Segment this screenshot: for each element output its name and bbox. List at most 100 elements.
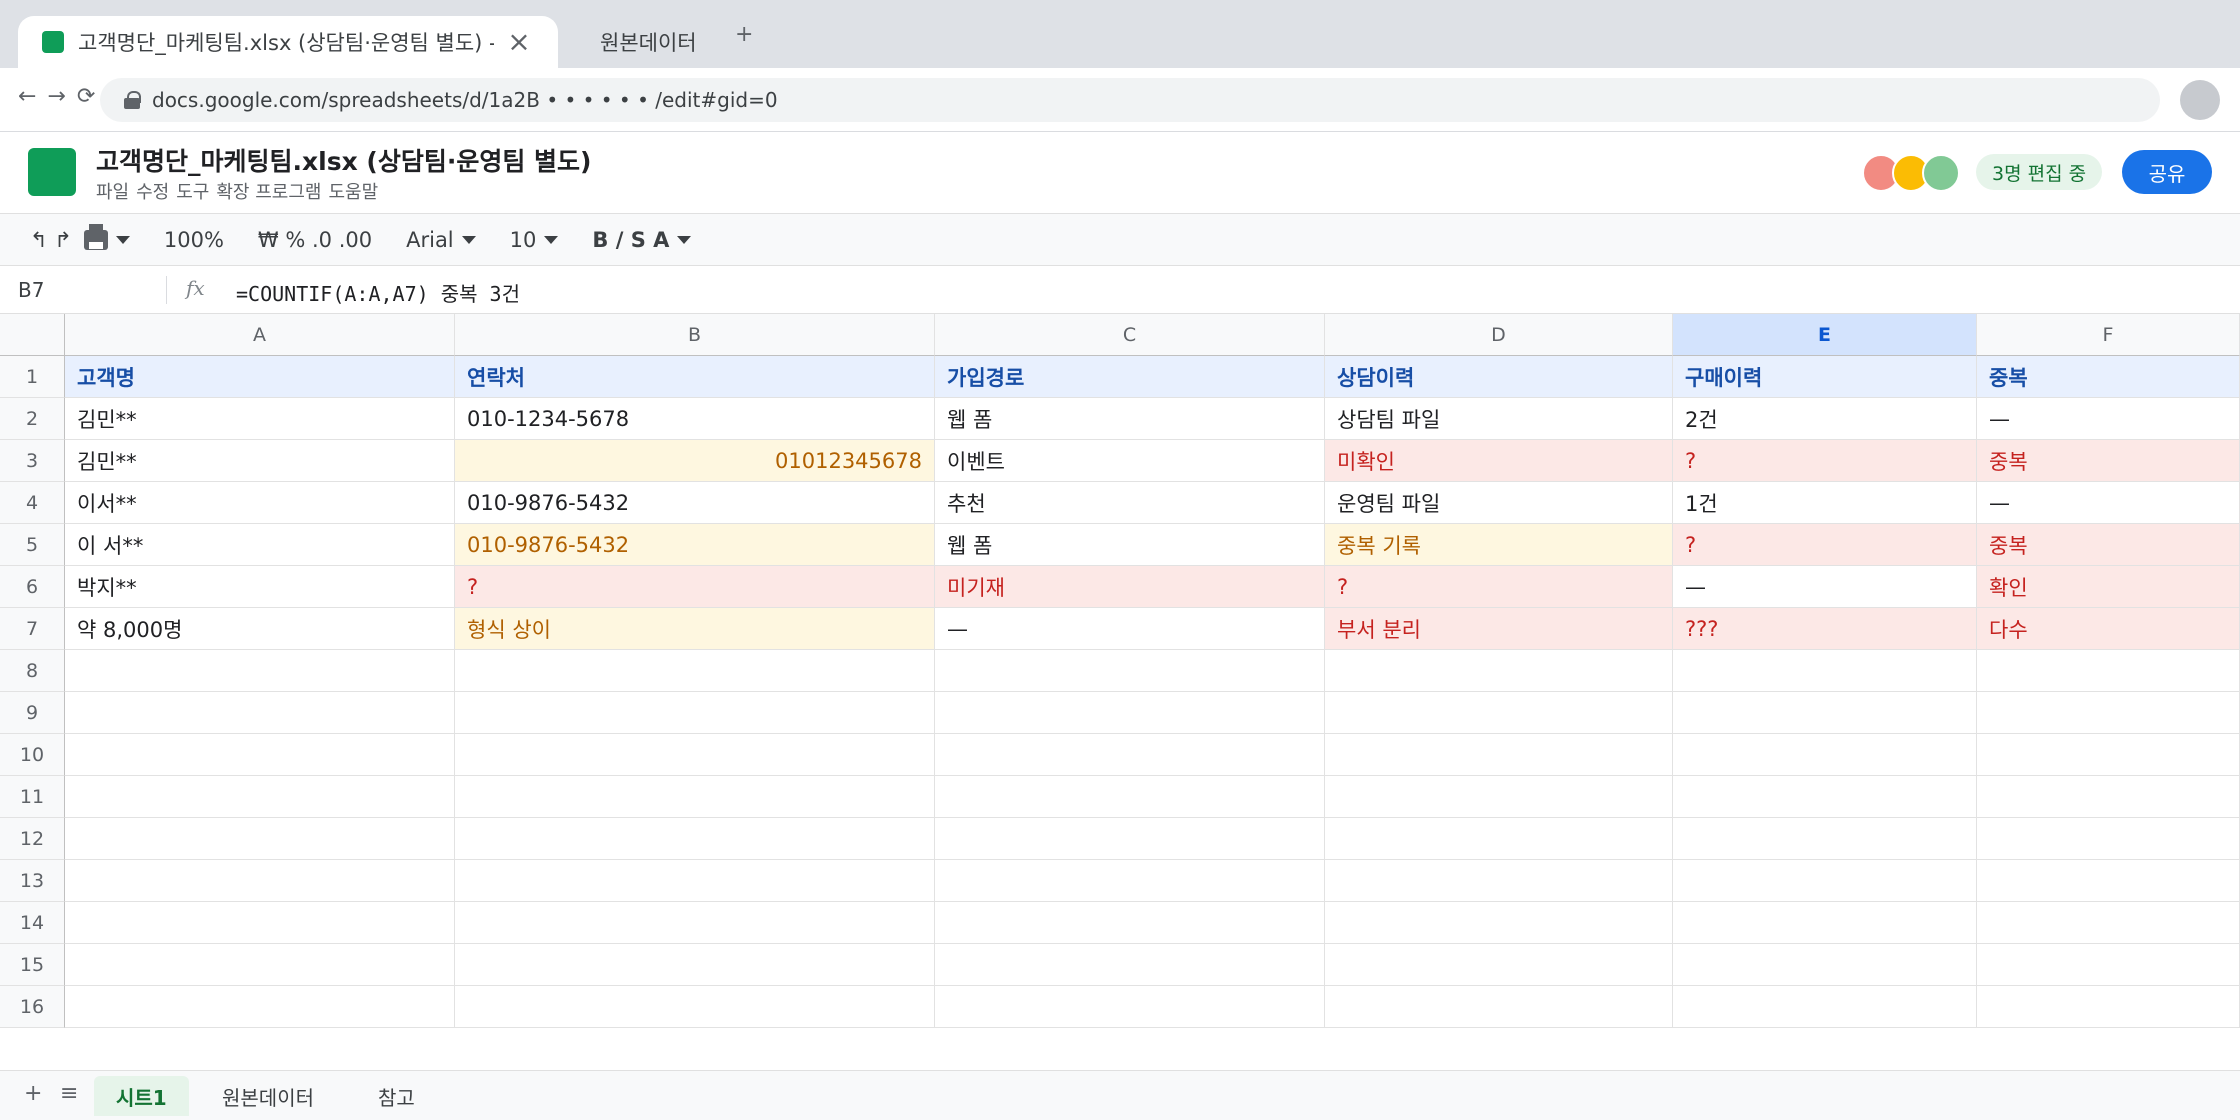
cell-a6[interactable]: 박지** bbox=[65, 566, 455, 608]
cell-a2[interactable]: 김민** bbox=[65, 398, 455, 440]
cell-c8[interactable] bbox=[935, 650, 1325, 692]
cell-e1[interactable]: 구매이력 bbox=[1673, 356, 1977, 398]
document-title[interactable]: 고객명단_마케팅팀.xlsx (상담팀·운영팀 별도) bbox=[96, 142, 591, 178]
cell-a9[interactable] bbox=[65, 692, 455, 734]
cell-b3[interactable]: 01012345678 bbox=[455, 440, 935, 482]
column-header-c[interactable]: C bbox=[935, 314, 1325, 356]
row-header-4[interactable]: 4 bbox=[0, 482, 65, 524]
cell-e15[interactable] bbox=[1673, 944, 1977, 986]
menu-edit[interactable]: 수정 bbox=[136, 178, 169, 204]
cell-f7[interactable]: 다수 bbox=[1977, 608, 2240, 650]
cell-b5[interactable]: 010-9876-5432 bbox=[455, 524, 935, 566]
cell-d4[interactable]: 운영팀 파일 bbox=[1325, 482, 1673, 524]
nav-buttons[interactable]: ← → ⟳ bbox=[18, 84, 97, 109]
cell-b4[interactable]: 010-9876-5432 bbox=[455, 482, 935, 524]
cell-e10[interactable] bbox=[1673, 734, 1977, 776]
avatar[interactable] bbox=[1922, 154, 1960, 192]
cell-d8[interactable] bbox=[1325, 650, 1673, 692]
cell-d16[interactable] bbox=[1325, 986, 1673, 1028]
cell-a14[interactable] bbox=[65, 902, 455, 944]
cell-c15[interactable] bbox=[935, 944, 1325, 986]
name-box[interactable]: B7 bbox=[18, 278, 44, 302]
column-header-d[interactable]: D bbox=[1325, 314, 1673, 356]
cell-b13[interactable] bbox=[455, 860, 935, 902]
cell-b8[interactable] bbox=[455, 650, 935, 692]
row-header-9[interactable]: 9 bbox=[0, 692, 65, 734]
cell-f13[interactable] bbox=[1977, 860, 2240, 902]
cell-b12[interactable] bbox=[455, 818, 935, 860]
cell-e13[interactable] bbox=[1673, 860, 1977, 902]
cell-a11[interactable] bbox=[65, 776, 455, 818]
cell-b2[interactable]: 010-1234-5678 bbox=[455, 398, 935, 440]
cell-f9[interactable] bbox=[1977, 692, 2240, 734]
browser-tab-other[interactable]: 원본데이터 bbox=[590, 16, 707, 68]
cell-c4[interactable]: 추천 bbox=[935, 482, 1325, 524]
cell-d9[interactable] bbox=[1325, 692, 1673, 734]
cell-d7[interactable]: 부서 분리 bbox=[1325, 608, 1673, 650]
cell-b16[interactable] bbox=[455, 986, 935, 1028]
cell-a15[interactable] bbox=[65, 944, 455, 986]
column-header-f[interactable]: F bbox=[1977, 314, 2240, 356]
row-header-7[interactable]: 7 bbox=[0, 608, 65, 650]
sheet-tab[interactable]: 시트1 bbox=[94, 1076, 189, 1116]
cell-b10[interactable] bbox=[455, 734, 935, 776]
cell-c12[interactable] bbox=[935, 818, 1325, 860]
cell-a12[interactable] bbox=[65, 818, 455, 860]
row-header-5[interactable]: 5 bbox=[0, 524, 65, 566]
new-tab-button[interactable]: + bbox=[735, 22, 753, 47]
cell-f15[interactable] bbox=[1977, 944, 2240, 986]
print-icon[interactable] bbox=[83, 223, 108, 250]
row-header-11[interactable]: 11 bbox=[0, 776, 65, 818]
cell-d12[interactable] bbox=[1325, 818, 1673, 860]
cell-b7[interactable]: 형식 상이 bbox=[455, 608, 935, 650]
cell-f10[interactable] bbox=[1977, 734, 2240, 776]
sheet-tab[interactable]: 원본데이터 bbox=[200, 1076, 336, 1116]
row-header-3[interactable]: 3 bbox=[0, 440, 65, 482]
cell-c7[interactable]: — bbox=[935, 608, 1325, 650]
menu-extensions[interactable]: 확장 프로그램 bbox=[216, 178, 321, 204]
cell-e6[interactable]: — bbox=[1673, 566, 1977, 608]
cell-c5[interactable]: 웹 폼 bbox=[935, 524, 1325, 566]
cell-e8[interactable] bbox=[1673, 650, 1977, 692]
cell-c10[interactable] bbox=[935, 734, 1325, 776]
add-sheet-button[interactable]: + bbox=[24, 1081, 42, 1106]
cell-f6[interactable]: 확인 bbox=[1977, 566, 2240, 608]
row-header-6[interactable]: 6 bbox=[0, 566, 65, 608]
cell-b14[interactable] bbox=[455, 902, 935, 944]
cell-a10[interactable] bbox=[65, 734, 455, 776]
cell-e5[interactable]: ? bbox=[1673, 524, 1977, 566]
cell-e11[interactable] bbox=[1673, 776, 1977, 818]
cell-a1[interactable]: 고객명 bbox=[65, 356, 455, 398]
row-header-2[interactable]: 2 bbox=[0, 398, 65, 440]
cell-d3[interactable]: 미확인 bbox=[1325, 440, 1673, 482]
menu-tools[interactable]: 도구 bbox=[176, 178, 209, 204]
row-header-10[interactable]: 10 bbox=[0, 734, 65, 776]
cell-c9[interactable] bbox=[935, 692, 1325, 734]
cell-b1[interactable]: 연락처 bbox=[455, 356, 935, 398]
cell-e9[interactable] bbox=[1673, 692, 1977, 734]
cell-c1[interactable]: 가입경로 bbox=[935, 356, 1325, 398]
cell-f1[interactable]: 중복 bbox=[1977, 356, 2240, 398]
cell-c16[interactable] bbox=[935, 986, 1325, 1028]
row-header-15[interactable]: 15 bbox=[0, 944, 65, 986]
cell-d2[interactable]: 상담팀 파일 bbox=[1325, 398, 1673, 440]
cell-f3[interactable]: 중복 bbox=[1977, 440, 2240, 482]
formula-input[interactable]: =COUNTIF(A:A,A7) 중복 3건 bbox=[236, 278, 520, 307]
collaborator-avatars[interactable] bbox=[1862, 154, 1962, 192]
cell-e16[interactable] bbox=[1673, 986, 1977, 1028]
zoom-select[interactable]: 100% bbox=[164, 228, 224, 252]
column-header-a[interactable]: A bbox=[65, 314, 455, 356]
cell-c2[interactable]: 웹 폼 bbox=[935, 398, 1325, 440]
share-button[interactable]: 공유 bbox=[2122, 150, 2212, 194]
cell-f12[interactable] bbox=[1977, 818, 2240, 860]
cell-f5[interactable]: 중복 bbox=[1977, 524, 2240, 566]
url-input[interactable]: docs.google.com/spreadsheets/d/1a2B • • … bbox=[100, 78, 2160, 122]
cell-c13[interactable] bbox=[935, 860, 1325, 902]
font-select[interactable]: Arial bbox=[406, 228, 476, 252]
cell-a7[interactable]: 약 8,000명 bbox=[65, 608, 455, 650]
cell-d1[interactable]: 상담이력 bbox=[1325, 356, 1673, 398]
row-header-14[interactable]: 14 bbox=[0, 902, 65, 944]
cell-f2[interactable]: — bbox=[1977, 398, 2240, 440]
cell-b15[interactable] bbox=[455, 944, 935, 986]
cell-c6[interactable]: 미기재 bbox=[935, 566, 1325, 608]
